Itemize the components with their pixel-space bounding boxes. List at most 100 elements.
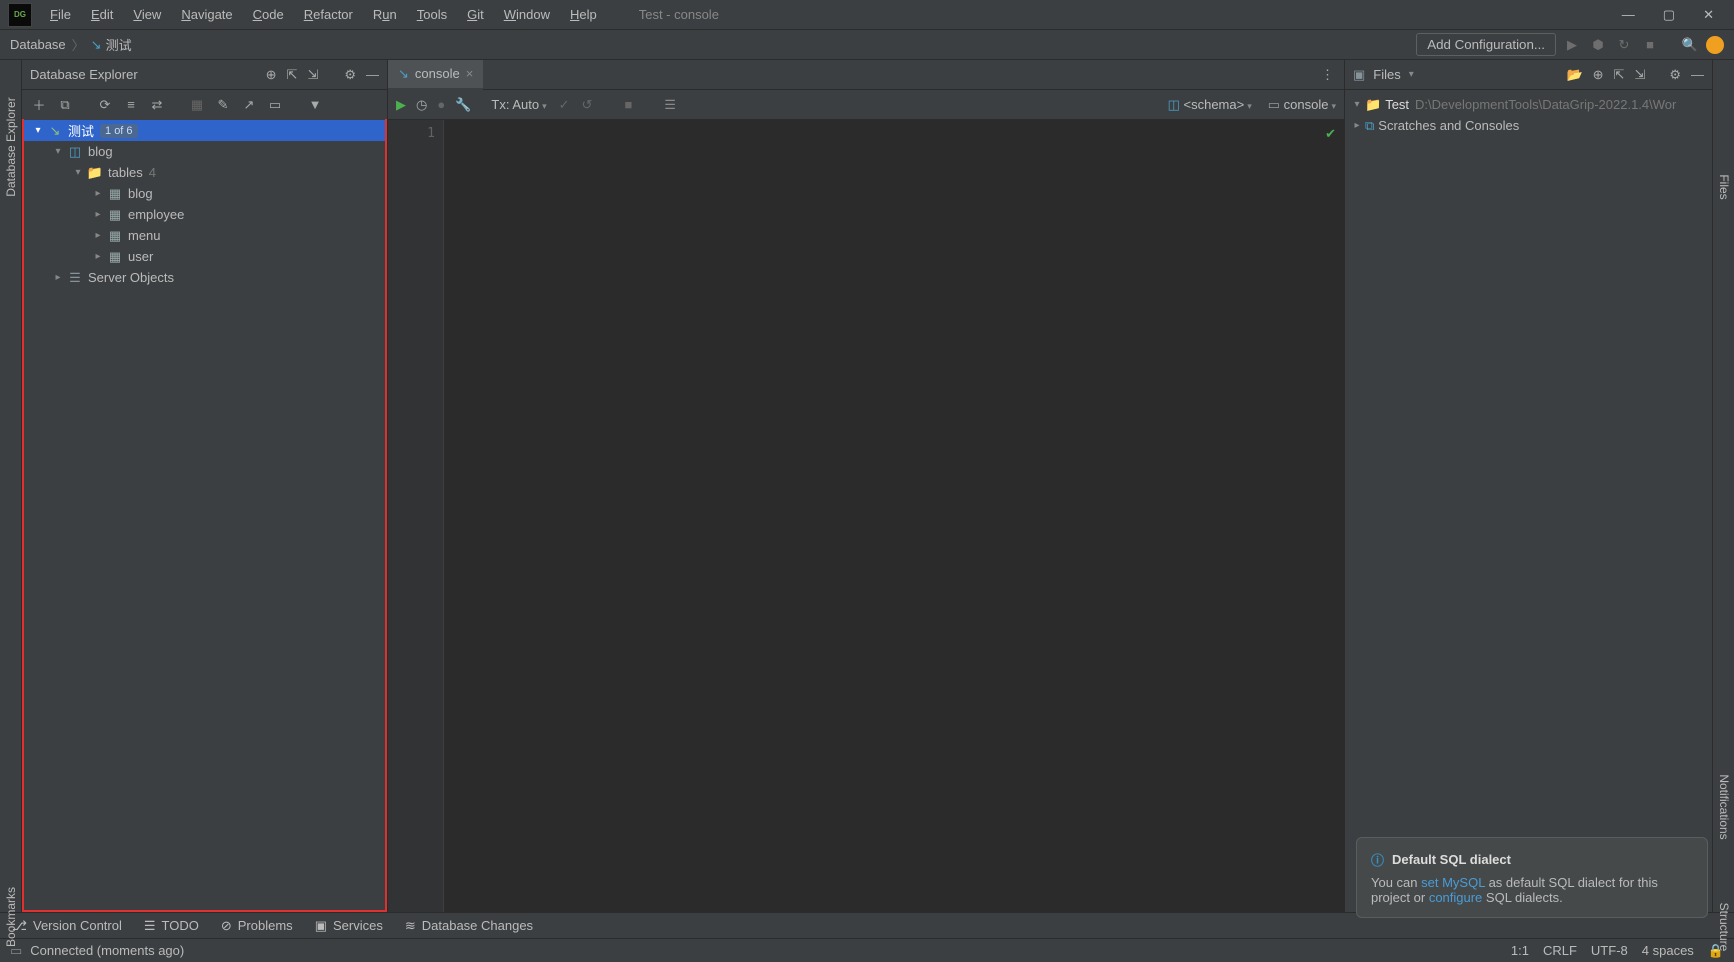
breadcrumb-current[interactable]: 测试 <box>106 35 132 54</box>
scratches-label: Scratches and Consoles <box>1378 118 1519 133</box>
chevron-down-icon[interactable]: ▾ <box>1349 99 1365 110</box>
menu-git[interactable]: Git <box>457 0 494 30</box>
bottom-version-control[interactable]: ⎇Version Control <box>12 918 122 934</box>
chevron-down-icon[interactable]: ▾ <box>50 146 66 157</box>
tree-server-objects[interactable]: ▸ ☰ Server Objects <box>24 267 385 288</box>
menu-edit[interactable]: Edit <box>81 0 123 30</box>
sync-icon[interactable]: ⇄ <box>146 97 168 113</box>
bottom-db-changes[interactable]: ≋Database Changes <box>405 918 533 934</box>
table-icon[interactable]: ▦ <box>186 97 208 113</box>
menu-tools[interactable]: Tools <box>407 0 457 30</box>
add-configuration-button[interactable]: Add Configuration... <box>1416 33 1556 56</box>
filter-icon[interactable]: ▼ <box>304 97 326 112</box>
close-icon[interactable]: ✕ <box>1703 7 1714 23</box>
stop-icon[interactable]: ■ <box>1640 37 1660 52</box>
maximize-icon[interactable]: ▢ <box>1663 7 1675 23</box>
bottom-problems[interactable]: ⊘Problems <box>221 918 293 934</box>
tree-connection[interactable]: ▾ ↘ 测试 1 of 6 <box>24 120 385 141</box>
new-icon[interactable]: ＋ <box>28 95 50 114</box>
console-icon[interactable]: ▭ <box>264 97 286 113</box>
strip-structure[interactable]: Structure <box>1717 903 1731 952</box>
minimize-icon[interactable]: — <box>1622 7 1635 23</box>
menu-view[interactable]: View <box>123 0 171 30</box>
inspection-ok-icon[interactable]: ✔ <box>1325 126 1336 142</box>
stop-icon[interactable]: ■ <box>624 97 632 112</box>
tree-table-item[interactable]: ▸ ▦ menu <box>24 225 385 246</box>
hide-icon[interactable]: — <box>366 67 379 83</box>
collapse-icon[interactable]: ⇲ <box>1634 67 1645 83</box>
run-icon[interactable]: ▶ <box>1562 37 1582 53</box>
chevron-down-icon[interactable]: ▾ <box>30 125 46 136</box>
run-query-icon[interactable]: ▶ <box>396 97 406 113</box>
chevron-right-icon[interactable]: ▸ <box>90 251 106 262</box>
schema-selector[interactable]: ◫ <schema>▾ <box>1168 97 1252 113</box>
tree-table-item[interactable]: ▸ ▦ employee <box>24 204 385 225</box>
bottom-todo[interactable]: ☰TODO <box>144 918 199 934</box>
files-root[interactable]: ▾ 📁 Test D:\DevelopmentTools\DataGrip-20… <box>1345 94 1712 115</box>
expand-icon[interactable]: ⇱ <box>1614 67 1625 83</box>
menu-file[interactable]: File <box>40 0 81 30</box>
target-icon[interactable]: ⊕ <box>1593 67 1604 83</box>
debug-icon[interactable]: ⬢ <box>1588 37 1608 53</box>
chevron-right-icon[interactable]: ▸ <box>90 230 106 241</box>
table-icon: ▦ <box>106 186 124 202</box>
chevron-down-icon[interactable]: ▾ <box>1409 69 1414 80</box>
strip-files[interactable]: Files <box>1717 174 1731 199</box>
close-tab-icon[interactable]: × <box>466 66 474 81</box>
refresh-icon[interactable]: ⟳ <box>94 97 116 113</box>
set-mysql-link[interactable]: set MySQL <box>1421 875 1485 890</box>
tx-mode[interactable]: Tx: Auto▾ <box>491 97 546 112</box>
explain-icon[interactable]: ☰ <box>664 97 676 113</box>
database-explorer-panel: Database Explorer ⊕ ⇱ ⇲ ⚙ — ＋ ⧉ ⟳ ≡ ⇄ ▦ … <box>22 60 388 912</box>
settings-icon[interactable]: ⚙ <box>1669 67 1681 83</box>
duplicate-icon[interactable]: ⧉ <box>54 97 76 113</box>
collapse-icon[interactable]: ⇲ <box>307 67 318 83</box>
expand-icon[interactable]: ⇱ <box>287 67 298 83</box>
status-caret[interactable]: 1:1 <box>1511 943 1529 959</box>
wrench-icon[interactable]: 🔧 <box>455 97 471 113</box>
open-icon[interactable]: 📂 <box>1566 67 1582 83</box>
diff-icon[interactable]: ≡ <box>120 97 142 112</box>
edit-icon[interactable]: ✎ <box>212 97 234 113</box>
rollback-icon[interactable]: ● <box>437 97 445 112</box>
tree-tables[interactable]: ▾ 📁 tables 4 <box>24 162 385 183</box>
search-icon[interactable]: 🔍 <box>1680 37 1700 53</box>
chevron-right-icon[interactable]: ▸ <box>50 272 66 283</box>
status-indent[interactable]: 4 spaces <box>1642 943 1694 959</box>
tabbar-menu-icon[interactable]: ⋮ <box>1311 67 1344 83</box>
rollback2-icon[interactable]: ↺ <box>582 97 593 113</box>
hide-icon[interactable]: — <box>1691 67 1704 83</box>
files-scratches[interactable]: ▸ ⧉ Scratches and Consoles <box>1345 115 1712 136</box>
settings-icon[interactable]: ⚙ <box>344 67 356 83</box>
bottom-services[interactable]: ▣Services <box>315 918 383 934</box>
chevron-down-icon[interactable]: ▾ <box>70 167 86 178</box>
target-icon[interactable]: ⊕ <box>266 67 277 83</box>
code-surface[interactable] <box>444 120 1344 912</box>
menu-code[interactable]: Code <box>243 0 294 30</box>
tree-table-item[interactable]: ▸ ▦ blog <box>24 183 385 204</box>
configure-link[interactable]: configure <box>1429 890 1482 905</box>
breadcrumb-root[interactable]: Database <box>10 37 66 52</box>
menu-refactor[interactable]: Refactor <box>294 0 363 30</box>
strip-notifications[interactable]: Notifications <box>1717 774 1731 839</box>
console-selector[interactable]: ▭ console▾ <box>1268 97 1336 113</box>
menu-help[interactable]: Help <box>560 0 607 30</box>
chevron-right-icon[interactable]: ▸ <box>1349 120 1365 131</box>
history-icon[interactable]: ◷ <box>416 97 427 113</box>
menu-run[interactable]: Run <box>363 0 407 30</box>
tree-schema[interactable]: ▾ ◫ blog <box>24 141 385 162</box>
tab-console[interactable]: ↘ console × <box>388 60 483 90</box>
menu-window[interactable]: Window <box>494 0 560 30</box>
tree-table-item[interactable]: ▸ ▦ user <box>24 246 385 267</box>
status-eol[interactable]: CRLF <box>1543 943 1577 959</box>
chevron-right-icon[interactable]: ▸ <box>90 188 106 199</box>
strip-database-explorer[interactable]: Database Explorer <box>4 97 18 196</box>
ddl-icon[interactable]: ↗ <box>238 97 260 113</box>
menu-navigate[interactable]: Navigate <box>171 0 242 30</box>
chevron-right-icon[interactable]: ▸ <box>90 209 106 220</box>
status-encoding[interactable]: UTF-8 <box>1591 943 1628 959</box>
avatar[interactable] <box>1706 36 1724 54</box>
strip-bookmarks[interactable]: Bookmarks <box>4 887 18 947</box>
rerun-icon[interactable]: ↻ <box>1614 37 1634 53</box>
commit-icon[interactable]: ✓ <box>559 97 570 113</box>
